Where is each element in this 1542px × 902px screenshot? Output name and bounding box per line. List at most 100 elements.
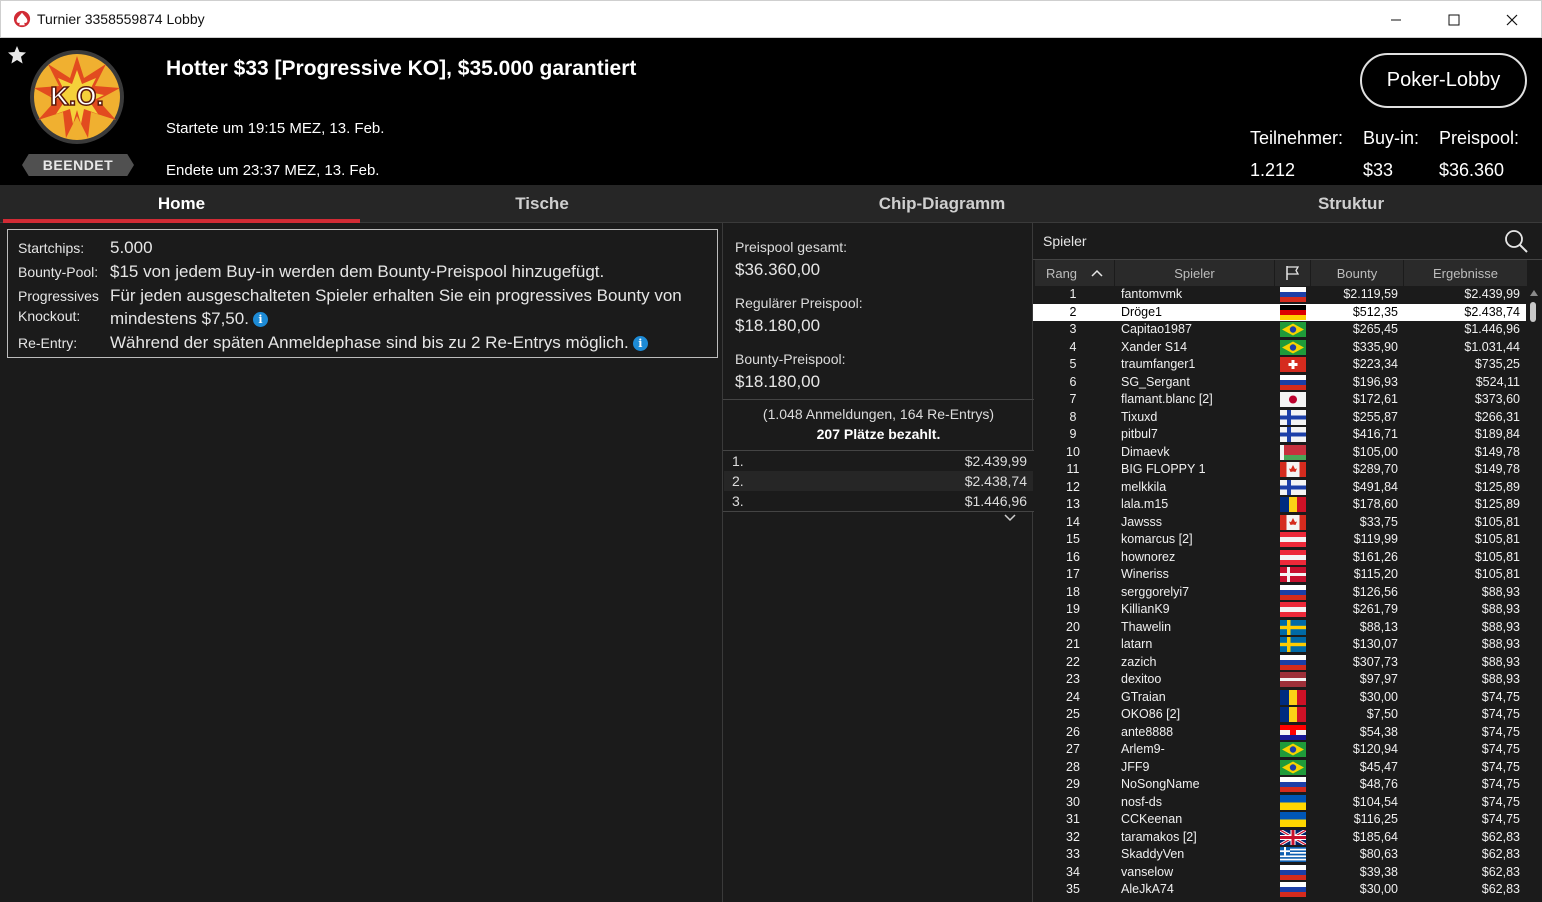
scroll-thumb[interactable] bbox=[1530, 302, 1536, 322]
player-row[interactable]: 10 Dimaevk $105,00 $149,78 bbox=[1033, 444, 1526, 462]
player-row[interactable]: 22 zazich $307,73 $88,93 bbox=[1033, 654, 1526, 672]
player-bounty: $130,07 bbox=[1352, 637, 1398, 651]
player-row[interactable]: 12 melkkila $491,84 $125,89 bbox=[1033, 479, 1526, 497]
player-result: $88,93 bbox=[1481, 654, 1520, 669]
player-row[interactable]: 35 AleJkA74 $30,00 $62,83 bbox=[1033, 881, 1526, 899]
column-country[interactable] bbox=[1275, 260, 1311, 286]
country-flag-icon bbox=[1280, 357, 1306, 372]
column-results[interactable]: Ergebnisse bbox=[1404, 260, 1528, 286]
player-search-bar[interactable]: Spieler bbox=[1033, 223, 1542, 260]
player-result: $105,81 bbox=[1474, 532, 1520, 546]
close-button[interactable] bbox=[1483, 1, 1541, 39]
player-result: $189,84 bbox=[1474, 427, 1520, 441]
player-row[interactable]: 18 serggorelyi7 $126,56 $88,93 bbox=[1033, 584, 1526, 602]
player-name: SkaddyVen bbox=[1121, 847, 1185, 861]
player-row[interactable]: 23 dexitoo $97,97 $88,93 bbox=[1033, 671, 1526, 689]
player-row[interactable]: 25 OKO86 [2] $7,50 $74,75 bbox=[1033, 706, 1526, 724]
player-result: $1.446,96 bbox=[1464, 322, 1520, 336]
player-row[interactable]: 3 Capitao1987 $265,45 $1.446,96 bbox=[1033, 321, 1526, 339]
player-result: $74,75 bbox=[1481, 812, 1520, 826]
player-rank: 34 bbox=[1066, 864, 1080, 879]
player-result: $88,93 bbox=[1481, 602, 1520, 616]
poker-lobby-button[interactable]: Poker-Lobby bbox=[1360, 53, 1527, 108]
tab-tables[interactable]: Tische bbox=[362, 185, 722, 223]
player-name: Tixuxd bbox=[1121, 409, 1158, 424]
player-list-scrollbar[interactable] bbox=[1526, 286, 1542, 902]
player-name: lala.m15 bbox=[1121, 497, 1169, 511]
player-row[interactable]: 9 pitbul7 $416,71 $189,84 bbox=[1033, 426, 1526, 444]
player-row[interactable]: 30 nosf-ds $104,54 $74,75 bbox=[1033, 794, 1526, 812]
favorite-star-icon[interactable] bbox=[7, 45, 27, 65]
maximize-button[interactable] bbox=[1425, 1, 1483, 39]
column-rank[interactable]: Rang bbox=[1035, 260, 1115, 286]
player-row[interactable]: 26 ante8888 $54,38 $74,75 bbox=[1033, 724, 1526, 742]
player-bounty: $88,13 bbox=[1359, 619, 1398, 634]
country-flag-icon bbox=[1280, 374, 1306, 390]
player-row[interactable]: 17 Wineriss $115,20 $105,81 bbox=[1033, 566, 1526, 584]
minimize-button[interactable] bbox=[1367, 1, 1425, 39]
player-row[interactable]: 2 Dröge1 $512,35 $2.438,74 bbox=[1033, 303, 1526, 321]
column-player[interactable]: Spieler bbox=[1115, 260, 1275, 286]
player-bounty: $491,84 bbox=[1352, 479, 1398, 494]
player-name: ante8888 bbox=[1121, 724, 1174, 739]
player-rank: 28 bbox=[1066, 759, 1080, 774]
column-bounty[interactable]: Bounty bbox=[1311, 260, 1404, 286]
player-row[interactable]: 31 CCKeenan $116,25 $74,75 bbox=[1033, 811, 1526, 829]
player-bounty: $48,76 bbox=[1359, 777, 1398, 791]
player-result: $74,75 bbox=[1481, 689, 1520, 704]
player-row[interactable]: 34 vanselow $39,38 $62,83 bbox=[1033, 864, 1526, 882]
player-bounty: $512,35 bbox=[1352, 304, 1398, 319]
player-bounty: $416,71 bbox=[1352, 427, 1398, 441]
player-row[interactable]: 20 Thawelin $88,13 $88,93 bbox=[1033, 619, 1526, 637]
tab-home[interactable]: Home bbox=[3, 185, 360, 223]
tab-structure[interactable]: Struktur bbox=[1162, 185, 1540, 223]
player-bounty: $289,70 bbox=[1352, 462, 1398, 476]
player-bounty: $120,94 bbox=[1352, 742, 1398, 756]
country-flag-icon bbox=[1280, 724, 1306, 740]
info-icon[interactable]: i bbox=[632, 336, 648, 351]
scroll-up-icon[interactable] bbox=[1529, 288, 1539, 298]
player-row[interactable]: 8 Tixuxd $255,87 $266,31 bbox=[1033, 409, 1526, 427]
player-row[interactable]: 7 flamant.blanc [2] $172,61 $373,60 bbox=[1033, 391, 1526, 409]
player-row[interactable]: 4 Xander S14 $335,90 $1.031,44 bbox=[1033, 339, 1526, 357]
country-flag-icon bbox=[1280, 514, 1306, 530]
country-flag-icon bbox=[1280, 777, 1306, 792]
player-row[interactable]: 6 SG_Sergant $196,93 $524,11 bbox=[1033, 374, 1526, 392]
player-bounty: $115,20 bbox=[1353, 567, 1398, 581]
player-row[interactable]: 1 fantomvmk $2.119,59 $2.439,99 bbox=[1033, 286, 1526, 304]
player-row[interactable]: 29 NoSongName $48,76 $74,75 bbox=[1033, 776, 1526, 794]
info-icon[interactable]: i bbox=[252, 312, 268, 327]
country-flag-icon bbox=[1280, 462, 1306, 477]
search-icon[interactable] bbox=[1504, 229, 1528, 253]
country-flag-icon bbox=[1280, 444, 1306, 460]
player-row[interactable]: 21 latarn $130,07 $88,93 bbox=[1033, 636, 1526, 654]
chevron-down-icon[interactable] bbox=[1003, 513, 1017, 523]
player-row[interactable]: 32 taramakos [2] $185,64 $62,83 bbox=[1033, 829, 1526, 847]
player-row[interactable]: 13 lala.m15 $178,60 $125,89 bbox=[1033, 496, 1526, 514]
player-row[interactable]: 33 SkaddyVen $80,63 $62,83 bbox=[1033, 846, 1526, 864]
player-result: $125,89 bbox=[1474, 479, 1520, 494]
country-flag-icon bbox=[1280, 392, 1306, 407]
player-rank: 14 bbox=[1066, 514, 1080, 529]
player-result: $524,11 bbox=[1475, 374, 1520, 389]
reentry-value-row: Während der späten Anmeldephase sind bis… bbox=[110, 331, 648, 354]
player-row[interactable]: 28 JFF9 $45,47 $74,75 bbox=[1033, 759, 1526, 777]
player-row[interactable]: 16 hownorez $161,26 $105,81 bbox=[1033, 549, 1526, 567]
country-flag-icon bbox=[1280, 532, 1306, 547]
player-row[interactable]: 19 KillianK9 $261,79 $88,93 bbox=[1033, 601, 1526, 619]
player-name: komarcus [2] bbox=[1121, 532, 1193, 546]
player-row[interactable]: 11 BIG FLOPPY 1 $289,70 $149,78 bbox=[1033, 461, 1526, 479]
player-row[interactable]: 15 komarcus [2] $119,99 $105,81 bbox=[1033, 531, 1526, 549]
tab-chip-chart[interactable]: Chip-Diagramm bbox=[722, 185, 1162, 223]
player-bounty: $255,87 bbox=[1352, 409, 1398, 424]
player-row[interactable]: 27 Arlem9- $120,94 $74,75 bbox=[1033, 741, 1526, 759]
player-bounty: $265,45 bbox=[1352, 322, 1398, 336]
player-row[interactable]: 14 Jawsss $33,75 $105,81 bbox=[1033, 514, 1526, 532]
minimize-icon bbox=[1391, 19, 1401, 21]
player-row[interactable]: 5 traumfanger1 $223,34 $735,25 bbox=[1033, 356, 1526, 374]
player-row[interactable]: 24 GTraian $30,00 $74,75 bbox=[1033, 689, 1526, 707]
player-rank: 35 bbox=[1066, 882, 1080, 896]
country-flag-icon bbox=[1280, 864, 1306, 880]
player-name: Wineriss bbox=[1121, 567, 1169, 581]
player-result: $62,83 bbox=[1481, 829, 1520, 844]
